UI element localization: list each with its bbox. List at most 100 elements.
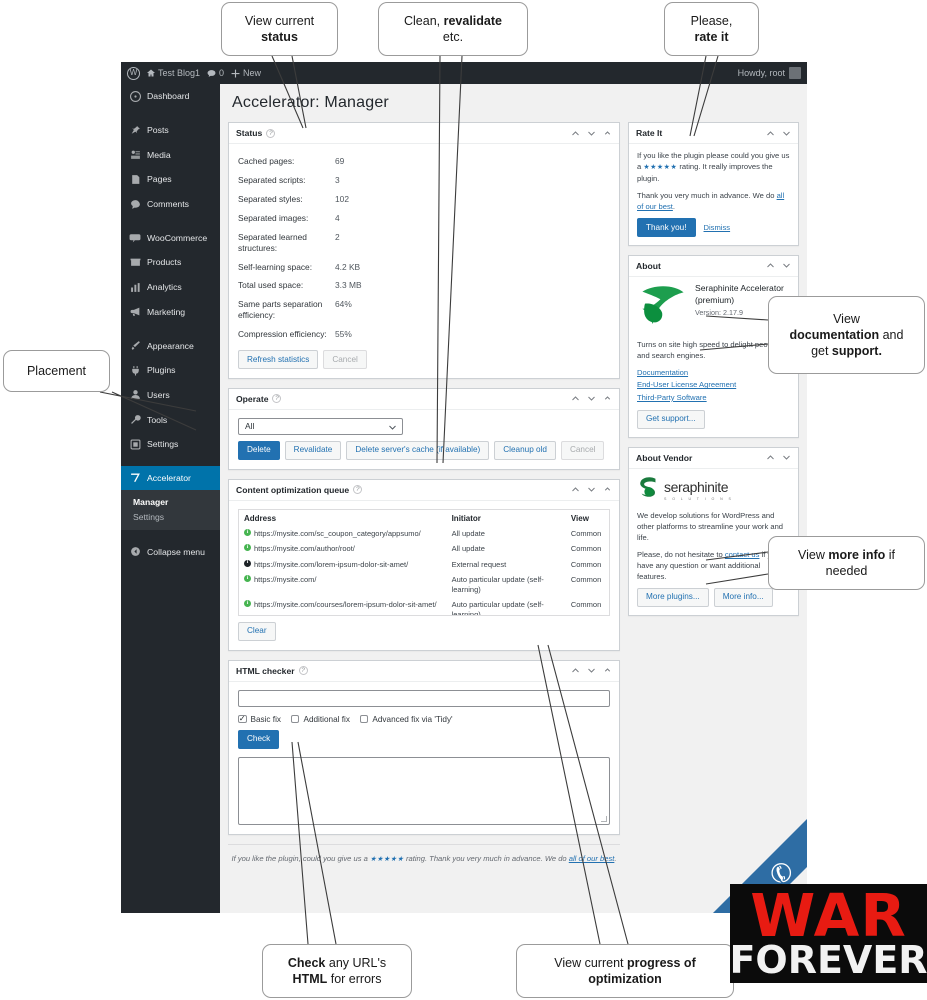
about-header[interactable]: About xyxy=(629,256,798,277)
status-panel-header[interactable]: Status ? xyxy=(229,123,619,144)
advanced-fix-checkbox[interactable] xyxy=(359,714,369,724)
sidebar-item-settings[interactable]: Settings xyxy=(121,432,220,457)
sidebar-subitem-manager[interactable]: Manager xyxy=(121,494,220,509)
sidebar-item-products[interactable]: Products xyxy=(121,250,220,275)
sidebar-item-pages[interactable]: Pages xyxy=(121,167,220,192)
chevron-down-icon xyxy=(389,425,396,430)
callout-progress-2: optimization xyxy=(588,972,662,986)
table-row[interactable]: i https://mysite.com/lorem-ipsum-dolor-si… xyxy=(239,557,609,572)
basic-fix-checkbox[interactable] xyxy=(238,714,247,724)
admin-bar-comments[interactable]: 0 xyxy=(207,68,224,78)
table-row[interactable]: i https://mysite.com/author/root/ All upd… xyxy=(239,542,609,557)
toggle-panel-icon[interactable] xyxy=(603,666,612,675)
delete-button[interactable]: Delete xyxy=(238,440,280,460)
comment-bubble-icon xyxy=(207,69,216,77)
chevron-up-icon[interactable] xyxy=(571,394,580,403)
delete-server-cache-button[interactable]: Delete server's cache (if available) xyxy=(346,440,490,460)
footer-link[interactable]: all of our best xyxy=(569,854,615,863)
about-title: About xyxy=(636,260,661,271)
chevron-down-icon[interactable] xyxy=(587,666,596,675)
rating-stars[interactable]: ★★★★★ xyxy=(643,164,677,171)
table-row[interactable]: i https://mysite.com/ Auto particular upd… xyxy=(239,572,609,597)
chevron-down-icon[interactable] xyxy=(782,129,791,138)
basic-fix-label: Basic fix xyxy=(250,714,281,724)
sidebar-item-marketing[interactable]: Marketing xyxy=(121,300,220,325)
admin-bar-account[interactable]: Howdy, root xyxy=(738,67,801,79)
sidebar-item-media[interactable]: Media xyxy=(121,142,220,167)
queue-table-scroll[interactable]: Address Initiator View Stat ihttps://mys… xyxy=(238,508,610,616)
chevron-up-icon[interactable] xyxy=(571,485,580,494)
callout-more-info: View more info if needed xyxy=(768,536,925,590)
status-value: 4 xyxy=(335,212,340,223)
help-icon[interactable]: ? xyxy=(272,394,282,404)
sidebar-item-woocommerce[interactable]: WooCommerce xyxy=(121,225,220,250)
collapse-menu-button[interactable]: Collapse menu xyxy=(121,539,220,564)
footer-stars[interactable]: ★★★★★ xyxy=(370,856,404,863)
help-icon[interactable]: ? xyxy=(353,485,363,495)
contact-us-link[interactable]: contact us xyxy=(725,550,760,559)
operate-scope-select[interactable]: All xyxy=(238,417,403,435)
thank-you-button[interactable]: Thank you! xyxy=(637,218,696,237)
html-checker-header[interactable]: HTML checker ? xyxy=(229,661,619,682)
more-plugins-button[interactable]: More plugins... xyxy=(637,587,709,607)
sidebar-item-analytics[interactable]: Analytics xyxy=(121,275,220,300)
users-icon xyxy=(129,389,141,401)
about-vendor-header[interactable]: About Vendor xyxy=(629,448,798,469)
chevron-up-icon[interactable] xyxy=(571,666,580,675)
wordpress-logo-icon[interactable]: W xyxy=(127,66,140,80)
chevron-up-icon[interactable] xyxy=(571,129,580,138)
vendor-text-1: We develop solutions for WordPress and o… xyxy=(637,510,784,542)
operate-panel-header[interactable]: Operate ? xyxy=(229,389,619,410)
html-checker-output[interactable] xyxy=(238,756,610,825)
admin-bar-site-name[interactable]: Test Blog1 xyxy=(147,68,200,78)
rate-it-header[interactable]: Rate It xyxy=(629,123,798,144)
chevron-down-icon[interactable] xyxy=(587,485,596,494)
third-party-software-link[interactable]: Third-Party Software xyxy=(637,392,790,403)
help-icon[interactable]: ? xyxy=(298,666,308,676)
version-value: 2.17.9 xyxy=(722,308,743,318)
chevron-up-icon[interactable] xyxy=(766,453,775,462)
callout-operate: Clean, revalidate etc. xyxy=(378,2,528,56)
cleanup-old-button[interactable]: Cleanup old xyxy=(494,440,556,460)
chevron-down-icon[interactable] xyxy=(587,394,596,403)
html-checker-url-input[interactable] xyxy=(238,689,610,707)
sidebar-item-plugins[interactable]: Plugins xyxy=(121,358,220,383)
get-support-button[interactable]: Get support... xyxy=(637,409,705,429)
eula-link[interactable]: End-User License Agreement xyxy=(637,379,790,390)
toggle-panel-icon[interactable] xyxy=(603,485,612,494)
table-row[interactable]: i https://mysite.com/courses/lorem-ipsum-… xyxy=(239,597,609,615)
clear-queue-button[interactable]: Clear xyxy=(238,621,276,641)
sidebar-item-users[interactable]: Users xyxy=(121,383,220,408)
documentation-link[interactable]: Documentation xyxy=(637,367,790,378)
sidebar-item-appearance[interactable]: Appearance xyxy=(121,333,220,358)
sidebar-item-dashboard[interactable]: Dashboard xyxy=(121,84,220,109)
chevron-up-icon[interactable] xyxy=(766,261,775,270)
table-row[interactable]: i https://mysite.com/sc_coupon_category/a… xyxy=(239,527,609,542)
toggle-panel-icon[interactable] xyxy=(603,394,612,403)
sidebar-subitem-settings[interactable]: Settings xyxy=(121,509,220,524)
dismiss-link[interactable]: Dismiss xyxy=(704,222,731,233)
refresh-statistics-button[interactable]: Refresh statistics xyxy=(238,350,319,369)
sidebar-item-comments[interactable]: Comments xyxy=(121,192,220,217)
additional-fix-checkbox[interactable] xyxy=(290,714,300,724)
queue-panel-header[interactable]: Content optimization queue ? xyxy=(229,480,619,501)
admin-bar-new[interactable]: New xyxy=(231,68,261,78)
chevron-down-icon[interactable] xyxy=(587,129,596,138)
chevron-up-icon[interactable] xyxy=(766,129,775,138)
sidebar-item-tools[interactable]: Tools xyxy=(121,407,220,432)
chevron-down-icon[interactable] xyxy=(782,261,791,270)
chevron-down-icon[interactable] xyxy=(782,453,791,462)
toggle-panel-icon[interactable] xyxy=(603,129,612,138)
status-row: Self-learning space: 4.2 KB xyxy=(238,258,610,277)
sidebar-item-accelerator[interactable]: Accelerator xyxy=(121,465,220,491)
sidebar-item-label: Plugins xyxy=(147,365,176,376)
more-info-button[interactable]: More info... xyxy=(713,587,773,607)
check-button[interactable]: Check xyxy=(238,729,280,749)
revalidate-button[interactable]: Revalidate xyxy=(284,440,342,460)
status-marker-icon: i xyxy=(244,544,251,552)
sidebar-item-posts[interactable]: Posts xyxy=(121,118,220,143)
help-icon[interactable]: ? xyxy=(266,128,276,138)
callout-operate-line1b: revalidate xyxy=(443,14,502,28)
status-panel-body: Cached pages: 69 Separated scripts: 3 Se… xyxy=(229,144,619,378)
sidebar-item-label: Media xyxy=(147,149,171,160)
